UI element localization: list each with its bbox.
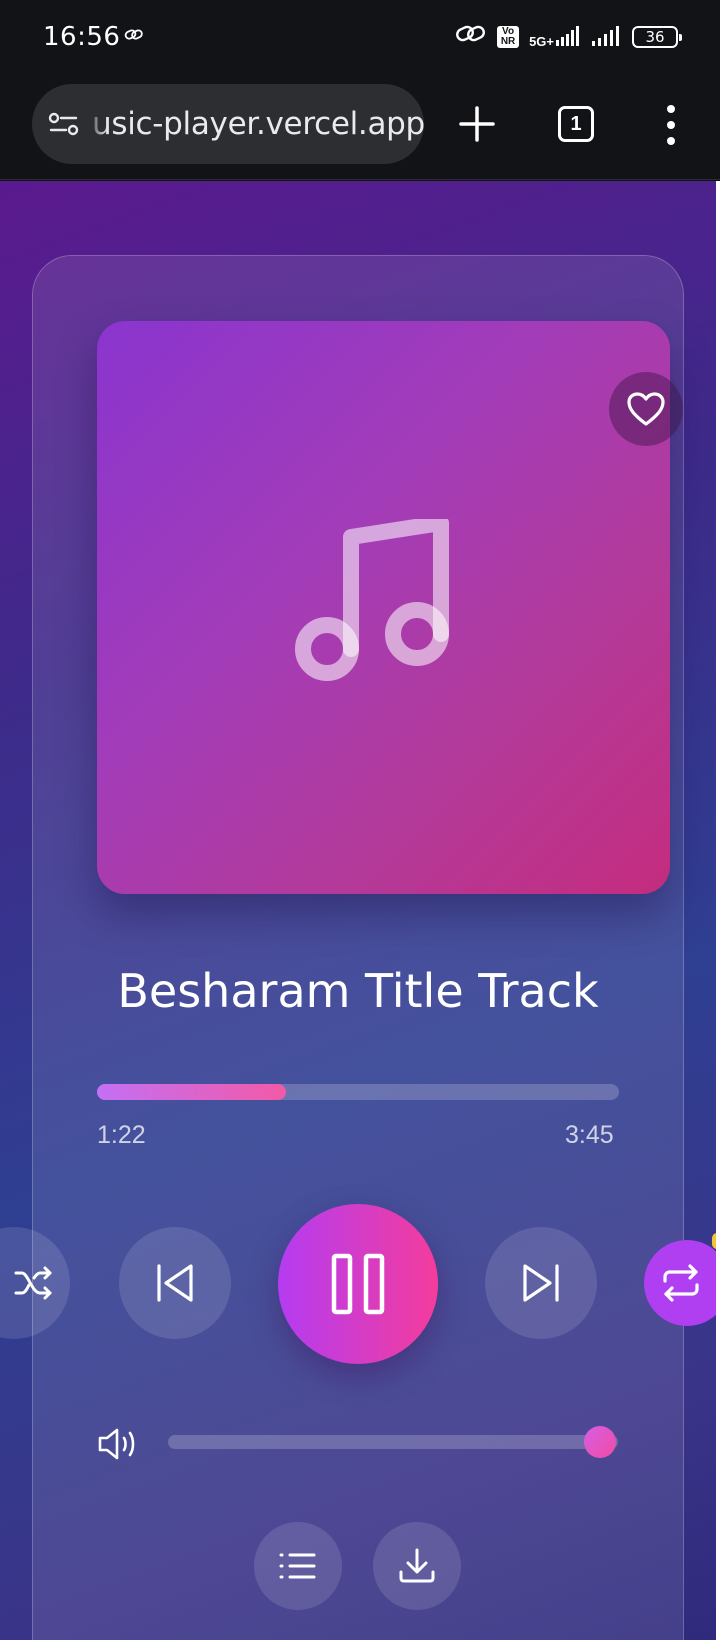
signal-bars-icon-2 [592,25,619,46]
progress-bar[interactable] [97,1084,619,1100]
volume-icon[interactable] [97,1426,137,1467]
status-indicators: Vo NR 5G+ 36 [455,22,682,51]
page-scroll-edge [716,181,720,1640]
heart-icon [627,392,665,426]
address-bar[interactable]: usic-player.vercel.app [32,84,424,164]
skip-next-icon [523,1264,559,1302]
url-text[interactable]: usic-player.vercel.app [92,106,424,142]
tab-switcher-button[interactable]: 1 [558,106,594,142]
total-time: 3:45 [565,1121,614,1149]
shuffle-icon [14,1266,52,1300]
download-button[interactable] [373,1522,461,1610]
music-player-page: Besharam Title Track 1:22 3:45 [0,181,716,1640]
previous-button[interactable] [119,1227,231,1339]
network-type: 5G+ [529,33,554,49]
next-button[interactable] [485,1227,597,1339]
playlist-button[interactable] [254,1522,342,1610]
status-bar: 16:56 Vo NR 5G+ 36 [0,0,720,80]
volte-badge: Vo NR [497,25,520,48]
repeat-icon [663,1264,699,1302]
more-menu-icon[interactable] [656,100,686,150]
playlist-icon [279,1553,316,1579]
new-tab-plus-icon[interactable] [455,102,499,146]
download-icon [399,1548,435,1583]
link-icon [124,28,144,47]
track-title: Besharam Title Track [117,964,599,1018]
volume-slider[interactable] [168,1435,618,1449]
battery-indicator: 36 [632,25,682,48]
status-time: 16:56 [43,22,121,52]
favorite-button[interactable] [609,372,683,446]
volume-slider-thumb[interactable] [584,1426,616,1458]
progress-fill [97,1084,287,1100]
music-note-icon [295,515,465,694]
album-art [97,321,683,894]
site-settings-icon[interactable] [48,111,80,142]
hotspot-link-icon [455,22,487,51]
signal-bars-icon [556,25,579,46]
browser-toolbar: usic-player.vercel.app 1 [0,80,720,180]
play-pause-button[interactable] [278,1204,438,1364]
cell-signal-1: 5G+ [529,25,580,49]
elapsed-time: 1:22 [97,1121,146,1149]
pause-icon [331,1253,385,1315]
skip-previous-icon [157,1264,193,1302]
